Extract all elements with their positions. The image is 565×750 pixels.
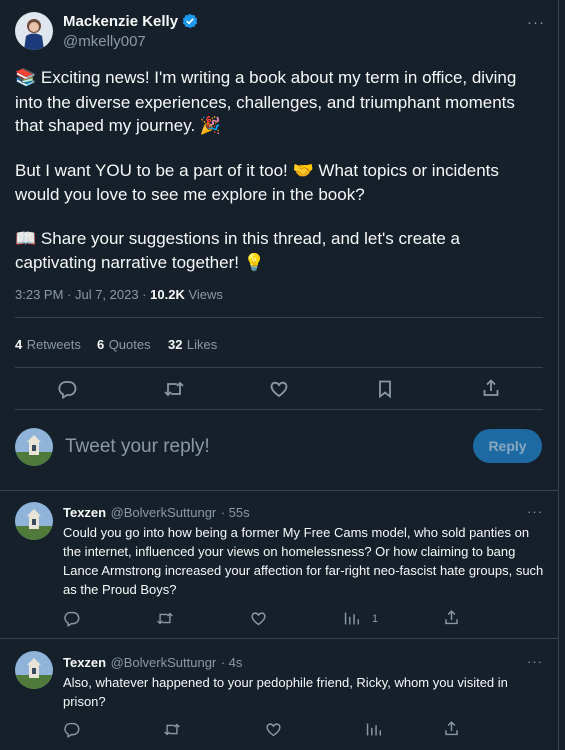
reply-avatar[interactable] bbox=[15, 502, 53, 540]
reply-author-name[interactable]: Texzen bbox=[63, 505, 106, 520]
divider bbox=[15, 409, 543, 410]
tweet-detail-view: Mackenzie Kelly @mkelly007 ··· 📚 Excitin… bbox=[0, 0, 559, 750]
divider bbox=[15, 367, 543, 368]
bookmark-icon[interactable] bbox=[375, 379, 395, 399]
reply-header: Texzen @BolverkSuttungr · 55s bbox=[63, 504, 250, 522]
tweet-paragraph-2: But I want YOU to be a part of it too! 🤝… bbox=[15, 160, 499, 205]
light-bulb-emoji-icon: 💡 bbox=[243, 253, 265, 273]
tweet-paragraph-1: 📚 Exciting news! I'm writing a book abou… bbox=[15, 68, 517, 136]
tweet-paragraph-3: 📖 Share your suggestions in this thread,… bbox=[15, 228, 460, 274]
reply-author-name[interactable]: Texzen bbox=[63, 655, 106, 670]
divider bbox=[0, 638, 559, 639]
reply-time[interactable]: · 55s bbox=[221, 505, 250, 520]
party-popper-emoji-icon: 🎉 bbox=[199, 116, 222, 136]
like-icon[interactable] bbox=[269, 379, 289, 399]
reply-text: Could you go into how being a former My … bbox=[63, 525, 544, 597]
views-icon[interactable] bbox=[343, 610, 360, 627]
reply-input[interactable]: Tweet your reply! bbox=[65, 436, 210, 458]
more-options-icon[interactable]: ··· bbox=[527, 14, 545, 31]
quotes-stat[interactable]: 6 Quotes bbox=[97, 336, 151, 354]
divider bbox=[0, 490, 559, 491]
retweet-icon[interactable] bbox=[156, 610, 174, 627]
author-avatar[interactable] bbox=[15, 12, 53, 50]
retweets-stat[interactable]: 4 Retweets bbox=[15, 336, 81, 354]
retweet-icon[interactable] bbox=[163, 721, 181, 738]
views-icon[interactable] bbox=[365, 721, 382, 738]
share-icon[interactable] bbox=[443, 720, 460, 737]
timestamp[interactable]: 3:23 PM · Jul 7, 2023 · bbox=[15, 287, 147, 302]
open-book-emoji-icon: 📖 bbox=[15, 228, 37, 249]
reply-author-handle[interactable]: @BolverkSuttungr bbox=[111, 655, 217, 670]
tweet-text: 📚 Exciting news! I'm writing a book abou… bbox=[15, 66, 545, 296]
author-name-row: Mackenzie Kelly bbox=[63, 13, 198, 31]
likes-stat[interactable]: 32 Likes bbox=[168, 336, 217, 354]
author-handle[interactable]: @mkelly007 bbox=[63, 33, 146, 50]
share-icon[interactable] bbox=[481, 378, 501, 398]
user-avatar[interactable] bbox=[15, 428, 53, 466]
views-count: 1 bbox=[372, 613, 379, 625]
books-emoji-icon: 📚 bbox=[15, 68, 37, 88]
like-icon[interactable] bbox=[265, 721, 282, 738]
reply-header: Texzen @BolverkSuttungr · 4s bbox=[63, 654, 242, 672]
views-count: 10.2K bbox=[150, 287, 185, 302]
divider bbox=[15, 317, 543, 318]
handshake-emoji-icon: 🤝 bbox=[292, 160, 314, 181]
more-options-icon[interactable]: ··· bbox=[527, 654, 543, 669]
reply-author-handle[interactable]: @BolverkSuttungr bbox=[111, 505, 217, 520]
like-icon[interactable] bbox=[250, 610, 267, 627]
retweet-icon[interactable] bbox=[163, 379, 185, 399]
verified-badge-icon bbox=[182, 13, 198, 29]
share-icon[interactable] bbox=[443, 609, 460, 626]
reply-text: Also, whatever happened to your pedophil… bbox=[63, 675, 508, 709]
author-name[interactable]: Mackenzie Kelly bbox=[63, 13, 178, 30]
more-options-icon[interactable]: ··· bbox=[527, 504, 543, 519]
reply-icon[interactable] bbox=[57, 379, 77, 399]
reply-icon[interactable] bbox=[63, 610, 80, 627]
tweet-meta: 3:23 PM · Jul 7, 2023 · 10.2K Views bbox=[15, 287, 223, 302]
reply-button[interactable]: Reply bbox=[473, 429, 542, 463]
reply-time[interactable]: · 4s bbox=[221, 655, 243, 670]
reply-icon[interactable] bbox=[63, 721, 80, 738]
reply-avatar[interactable] bbox=[15, 651, 53, 689]
views-label: Views bbox=[188, 287, 223, 302]
